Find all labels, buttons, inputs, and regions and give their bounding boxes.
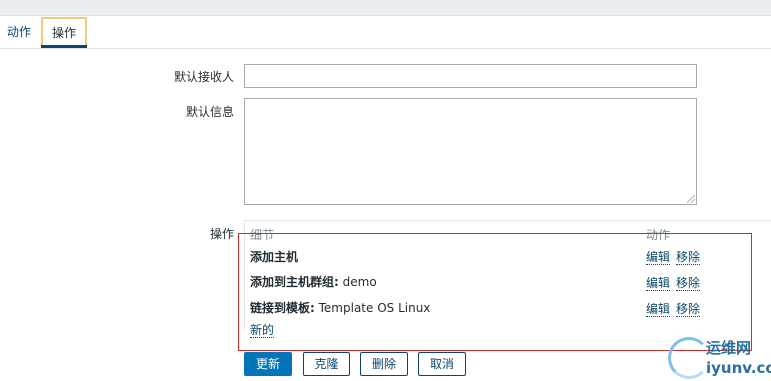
default-recipient-input[interactable] <box>244 64 697 88</box>
operation-row: 链接到模板: Template OS Linux <box>250 299 430 316</box>
column-header-action: 动作 <box>646 228 671 242</box>
tab-action[interactable]: 动作 <box>0 16 38 48</box>
operation-row-actions: 编辑 移除 <box>646 300 701 317</box>
watermark-url: iyunv.com <box>706 359 771 377</box>
update-button[interactable]: 更新 <box>244 352 292 376</box>
operation-row-actions: 编辑 移除 <box>646 274 701 291</box>
tab-operations[interactable]: 操作 <box>41 17 88 48</box>
remove-link[interactable]: 移除 <box>676 250 701 265</box>
watermark-logo: 运维网 iyunv.com <box>668 335 771 381</box>
operation-row-actions: 编辑 移除 <box>646 248 701 265</box>
default-message-textarea[interactable] <box>244 98 697 205</box>
resize-grip-icon[interactable] <box>687 195 695 203</box>
default-message-label: 默认信息 <box>185 105 234 119</box>
operation-title: 添加主机 <box>250 250 299 264</box>
watermark-name: 运维网 <box>706 339 752 357</box>
edit-link[interactable]: 编辑 <box>646 276 671 291</box>
default-recipient-label: 默认接收人 <box>173 70 234 84</box>
operation-title: 链接到模板: <box>250 301 315 315</box>
new-operation-link[interactable]: 新的 <box>250 323 275 338</box>
operation-row: 添加到主机群组: demo <box>250 273 377 290</box>
edit-link[interactable]: 编辑 <box>646 302 671 317</box>
operation-title: 添加到主机群组: <box>250 275 339 289</box>
swirl-logo-icon <box>668 337 710 379</box>
top-bar <box>0 0 771 16</box>
column-header-details: 细节 <box>250 228 275 242</box>
cancel-button[interactable]: 取消 <box>418 352 466 376</box>
clone-button[interactable]: 克隆 <box>303 352 350 376</box>
remove-link[interactable]: 移除 <box>676 276 701 291</box>
remove-link[interactable]: 移除 <box>676 302 701 317</box>
operation-detail: demo <box>338 275 377 289</box>
delete-button[interactable]: 删除 <box>360 352 408 376</box>
operation-detail: Template OS Linux <box>314 301 431 315</box>
operations-label: 操作 <box>209 227 234 241</box>
tab-bar: 动作 操作 <box>0 16 771 49</box>
edit-link[interactable]: 编辑 <box>646 250 671 265</box>
operation-row: 添加主机 <box>250 248 298 265</box>
new-operation-row: 新的 <box>250 321 275 338</box>
